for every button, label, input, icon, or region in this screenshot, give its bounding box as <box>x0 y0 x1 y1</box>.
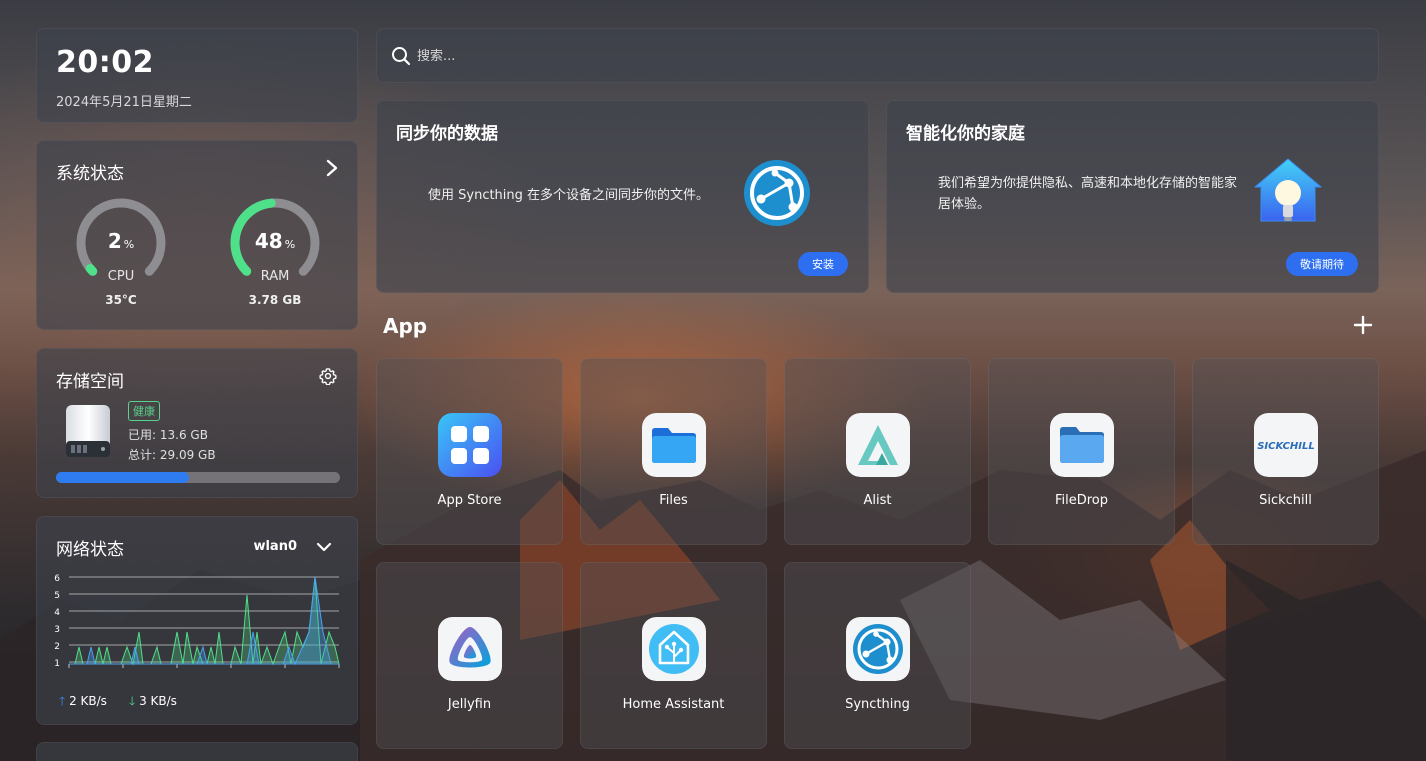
install-button[interactable]: 安装 <box>798 252 848 276</box>
jellyfin-icon <box>438 617 502 681</box>
app-tile-app-store[interactable]: App Store <box>376 358 563 545</box>
home-assistant-icon <box>642 617 706 681</box>
promo-sync-title: 同步你的数据 <box>396 124 498 144</box>
storage-usage-fill <box>56 472 189 483</box>
app-name: Sickchill <box>1259 493 1312 508</box>
app-store-icon <box>438 413 502 477</box>
search-bar[interactable] <box>376 28 1379 83</box>
alist-icon <box>846 413 910 477</box>
clock-date: 2024年5月21日星期二 <box>56 95 192 110</box>
cpu-percent: 2% <box>107 229 135 253</box>
app-tile-alist[interactable]: Alist <box>784 358 971 545</box>
add-app-button[interactable] <box>1352 314 1374 336</box>
y-tick-label: 5 <box>54 591 60 601</box>
promo-home-card: 智能化你的家庭 我们希望为你提供隐私、高速和本地化存储的智能家居体验。 敬请期待 <box>886 100 1379 293</box>
app-tile-filedrop[interactable]: FileDrop <box>988 358 1175 545</box>
app-tile-jellyfin[interactable]: Jellyfin <box>376 562 563 749</box>
storage-total: 总计: 29.09 GB <box>128 448 216 462</box>
widget-card-partial <box>36 742 358 761</box>
gear-icon[interactable] <box>319 367 337 385</box>
files-icon <box>642 413 706 477</box>
sickchill-icon: SICKCHILL <box>1254 413 1318 477</box>
arrow-up-icon: 🡑 <box>59 694 66 708</box>
promo-home-desc: 我们希望为你提供隐私、高速和本地化存储的智能家居体验。 <box>938 176 1238 212</box>
promo-home-title: 智能化你的家庭 <box>906 124 1025 144</box>
app-name: Jellyfin <box>447 697 492 712</box>
smart-home-icon <box>1254 158 1322 222</box>
promo-sync-card: 同步你的数据 使用 Syncthing 在多个设备之间同步你的文件。 安装 <box>376 100 869 293</box>
app-name: FileDrop <box>1054 493 1109 508</box>
download-speed: 🡓 3 KB/s <box>129 694 177 708</box>
storage-used: 已用: 13.6 GB <box>128 428 208 442</box>
app-tile-sickchill[interactable]: SICKCHILL Sickchill <box>1192 358 1379 545</box>
coming-soon-button[interactable]: 敬请期待 <box>1286 252 1358 276</box>
upload-speed: 🡑 2 KB/s <box>59 694 107 708</box>
filedrop-icon <box>1050 413 1114 477</box>
y-tick-label: 3 <box>54 625 60 635</box>
search-input[interactable] <box>417 45 1317 67</box>
arrow-down-icon: 🡓 <box>129 694 136 708</box>
y-tick-label: 4 <box>54 608 60 618</box>
hard-drive-icon <box>66 405 110 457</box>
syncthing-logo-icon <box>744 160 810 226</box>
clock-widget: 20:02 2024年5月21日星期二 <box>36 28 358 123</box>
network-traffic-chart: 6 5 4 3 2 1 <box>54 574 340 669</box>
clock-time: 20:02 <box>56 45 154 80</box>
svg-text:SICKCHILL: SICKCHILL <box>1257 441 1315 452</box>
storage-usage-bar <box>56 472 340 483</box>
cpu-temp: 35°C <box>105 293 137 307</box>
app-name: Home Assistant <box>622 697 725 712</box>
storage-title: 存储空间 <box>56 372 124 392</box>
app-tile-files[interactable]: Files <box>580 358 767 545</box>
cpu-label: CPU <box>107 269 135 284</box>
system-status-widget: 系统状态 2% CPU 35°C 48% RAM 3.78 GB <box>36 140 358 330</box>
interface-select[interactable]: wlan0 <box>253 539 297 554</box>
app-tile-home-assistant[interactable]: Home Assistant <box>580 562 767 749</box>
y-tick-label: 2 <box>54 642 60 652</box>
y-tick-label: 6 <box>54 574 60 584</box>
apps-heading: App <box>383 314 428 338</box>
app-name: Alist <box>863 493 892 508</box>
cpu-gauge: 2% CPU 35°C <box>71 193 171 307</box>
ram-percent: 48% <box>254 229 296 253</box>
system-status-title: 系统状态 <box>56 164 124 184</box>
chevron-right-icon[interactable] <box>325 158 339 178</box>
storage-widget: 存储空间 健康 已用: 13.6 GB 总计: 29.09 GB <box>36 348 358 498</box>
search-icon <box>392 47 411 66</box>
app-name: Files <box>659 493 688 508</box>
promo-sync-desc: 使用 Syncthing 在多个设备之间同步你的文件。 <box>428 188 710 203</box>
chevron-down-icon[interactable] <box>316 541 332 553</box>
app-tile-syncthing[interactable]: Syncthing <box>784 562 971 749</box>
network-status-widget: 网络状态 wlan0 6 5 4 3 2 1 🡑 2 KB/s 🡓 3 KB/s <box>36 516 358 725</box>
health-badge: 健康 <box>128 401 160 421</box>
network-title: 网络状态 <box>56 540 124 560</box>
ram-used: 3.78 GB <box>248 293 302 307</box>
ram-gauge: 48% RAM 3.78 GB <box>225 193 325 307</box>
syncthing-icon <box>846 617 910 681</box>
app-name: App Store <box>437 493 502 508</box>
y-tick-label: 1 <box>54 659 60 669</box>
ram-label: RAM <box>260 269 290 284</box>
app-name: Syncthing <box>845 697 910 712</box>
